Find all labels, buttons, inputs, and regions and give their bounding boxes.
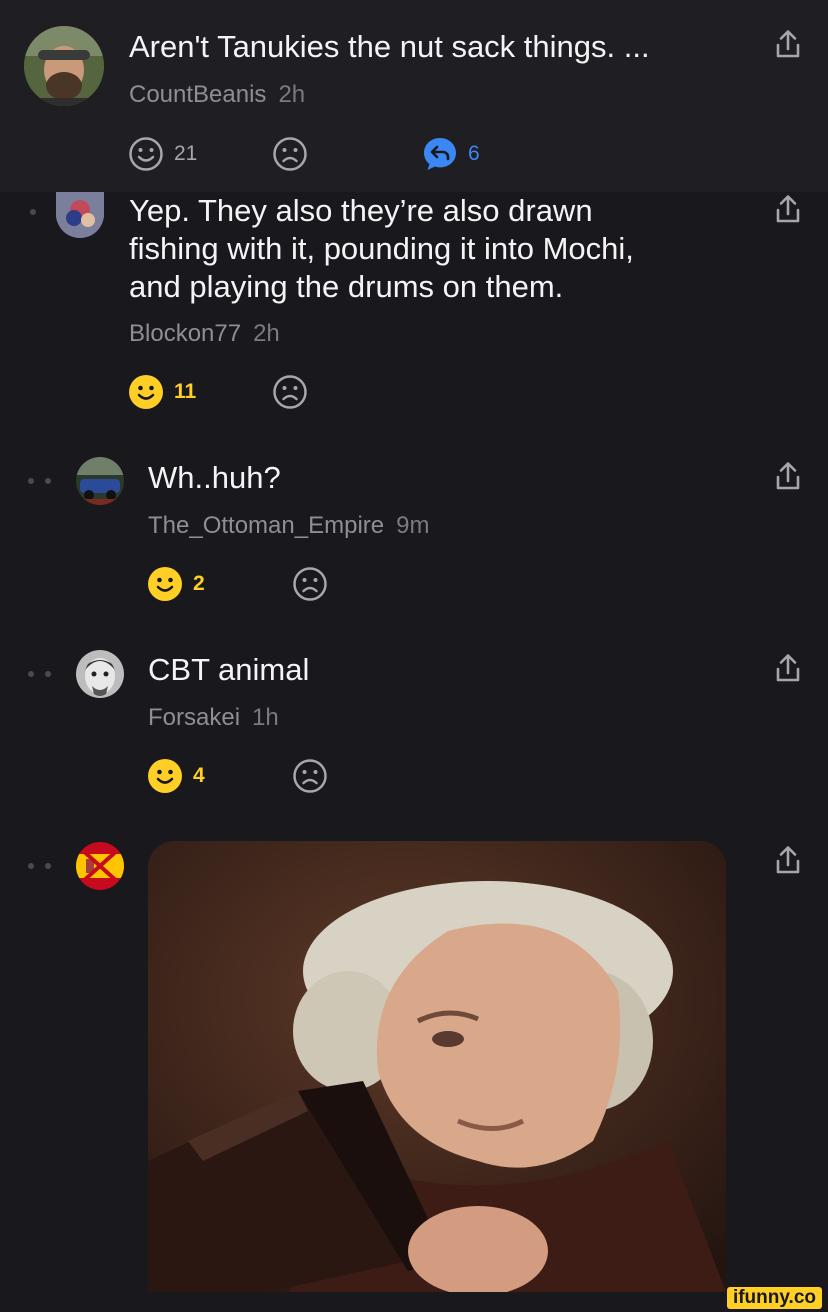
comment-time: 2h	[278, 81, 306, 108]
reply-count: 6	[468, 142, 480, 165]
ifunny-watermark: ifunny.co	[726, 1287, 822, 1309]
thread-depth-indicator	[28, 671, 51, 677]
author-name[interactable]: The_Ottoman_Empire	[148, 512, 384, 539]
comment-text-line: Yep. They also they’re also drawn	[129, 193, 593, 228]
comment-text: Wh..huh?	[148, 460, 281, 495]
parent-comment: Aren't Tanukies the nut sack things. ...…	[0, 0, 828, 192]
frown-button[interactable]	[292, 758, 328, 794]
smile-icon	[129, 137, 163, 171]
author-name[interactable]: Forsakei	[148, 704, 240, 731]
share-icon[interactable]	[775, 194, 801, 224]
comment-text: Aren't Tanukies the nut sack things. ...	[129, 29, 650, 64]
frown-icon	[293, 567, 327, 601]
avatar[interactable]	[76, 650, 124, 698]
comment-image[interactable]	[148, 841, 726, 1292]
share-icon[interactable]	[775, 653, 801, 683]
comment-meta: Blockon77 2h	[129, 320, 280, 348]
share-icon[interactable]	[775, 845, 801, 875]
frown-icon	[273, 137, 307, 171]
smile-count: 21	[174, 142, 198, 165]
smile-button[interactable]: 2	[147, 566, 205, 602]
share-icon[interactable]	[775, 29, 801, 59]
author-name[interactable]: Blockon77	[129, 320, 241, 347]
avatar[interactable]	[24, 26, 104, 106]
author-name[interactable]: CountBeanis	[129, 81, 266, 108]
smile-button[interactable]: 11	[128, 374, 196, 410]
reply-icon	[424, 138, 456, 170]
smile-count: 11	[174, 380, 197, 403]
smile-count: 4	[193, 764, 205, 787]
comment-meta: Forsakei 1h	[148, 704, 279, 732]
comment-meta: The_Ottoman_Empire 9m	[148, 512, 429, 540]
comment-time: 2h	[253, 320, 280, 347]
frown-button[interactable]	[292, 566, 328, 602]
comment-time: 9m	[396, 512, 430, 539]
smile-icon	[129, 375, 163, 409]
comment-meta: CountBeanis 2h	[129, 81, 305, 109]
smile-icon	[148, 759, 182, 793]
frown-icon	[273, 375, 307, 409]
smile-count: 2	[193, 572, 205, 595]
smile-button[interactable]: 21	[128, 136, 197, 172]
avatar[interactable]	[76, 457, 124, 505]
thread-depth-indicator	[28, 478, 51, 484]
frown-button[interactable]	[272, 374, 308, 410]
watermark-text: ifunny.co	[732, 1287, 816, 1308]
comment-time: 1h	[252, 704, 279, 731]
avatar[interactable]	[76, 842, 124, 890]
smile-icon	[148, 567, 182, 601]
comment-text-line: and playing the drums on them.	[129, 269, 564, 304]
frown-icon	[293, 759, 327, 793]
comment-text: CBT animal	[148, 652, 310, 687]
avatar[interactable]	[56, 192, 104, 238]
thread-depth-indicator	[30, 209, 36, 215]
thread-depth-indicator	[28, 863, 51, 869]
comment-text-line: fishing with it, pounding it into Mochi,	[129, 231, 634, 266]
share-icon[interactable]	[775, 461, 801, 491]
smile-button[interactable]: 4	[147, 758, 205, 794]
reply-button[interactable]: 6	[422, 136, 480, 172]
comment-text: Yep. They also they’re also drawn fishin…	[129, 192, 749, 306]
frown-button[interactable]	[272, 136, 308, 172]
